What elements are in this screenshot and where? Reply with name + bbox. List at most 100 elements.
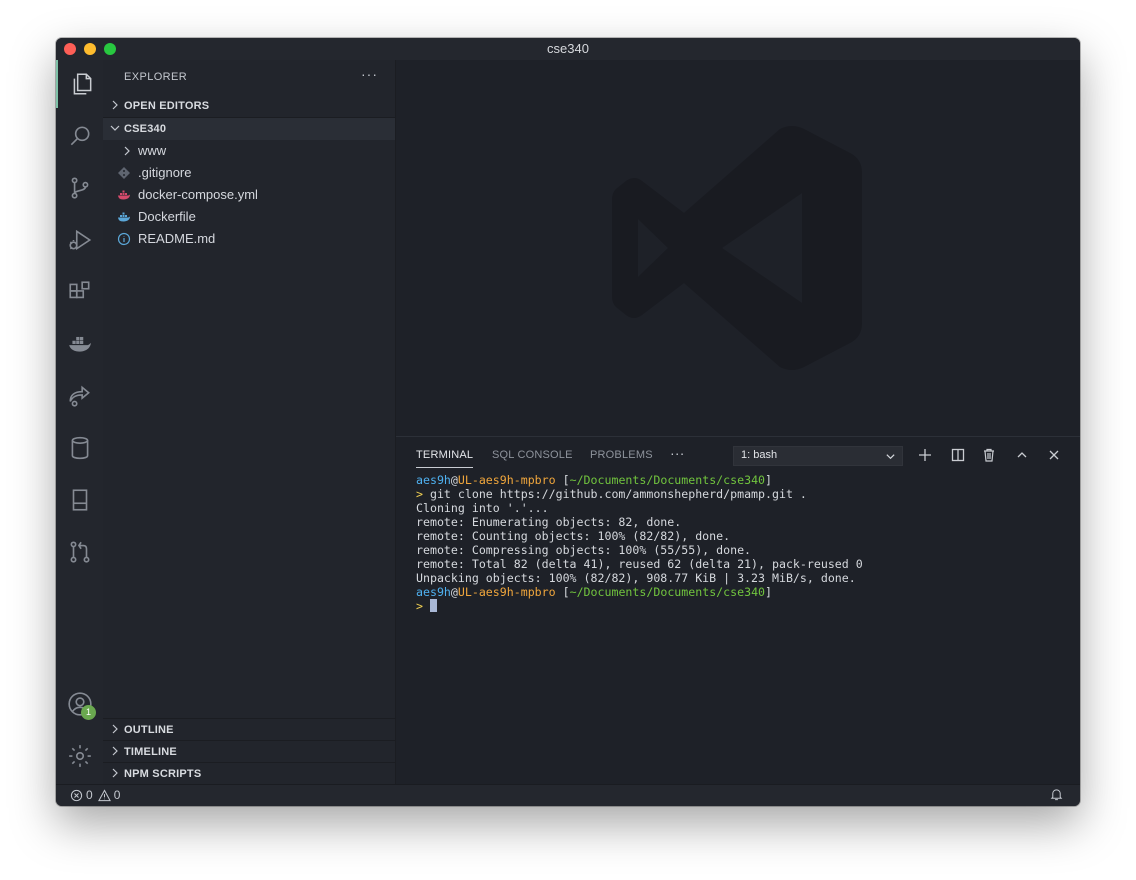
activity-source-control[interactable] bbox=[56, 164, 103, 212]
chevron-right-icon bbox=[124, 146, 130, 156]
kill-terminal-button[interactable] bbox=[980, 446, 998, 464]
plus-icon bbox=[919, 449, 931, 461]
close-panel-button[interactable] bbox=[1045, 446, 1063, 464]
gear-icon bbox=[68, 745, 91, 767]
outline-label: OUTLINE bbox=[124, 724, 174, 736]
tree-item-label: docker-compose.yml bbox=[138, 187, 258, 202]
command-text: git clone https://github.com/ammonshephe… bbox=[422, 487, 807, 501]
command-line: > git clone https://github.com/ammonshep… bbox=[416, 487, 1076, 501]
activity-docker[interactable] bbox=[56, 320, 103, 368]
activity-pull-requests[interactable] bbox=[56, 528, 103, 576]
database-icon bbox=[71, 436, 88, 460]
terminal-panel: TERMINAL SQL CONSOLE PROBLEMS ··· 1: bas… bbox=[396, 436, 1080, 785]
tree-item-www[interactable]: www bbox=[103, 140, 395, 162]
chevron-down-icon bbox=[886, 454, 895, 460]
chevron-right-icon bbox=[112, 746, 118, 756]
prompt-path: ~/Documents/Documents/cse340 bbox=[569, 585, 766, 599]
chevron-down-icon bbox=[110, 125, 120, 131]
prompt-host: UL-aes9h-mpbro bbox=[457, 585, 556, 599]
activity-run-debug[interactable] bbox=[56, 216, 103, 264]
close-icon bbox=[1049, 450, 1059, 460]
terminal-select[interactable]: 1: bash bbox=[733, 446, 903, 466]
prompt-symbol: > bbox=[416, 599, 423, 613]
maximize-panel-button[interactable] bbox=[1013, 446, 1031, 464]
vscode-window: cse340 1 EXPLORER ··· OPEN EDITORS CSE34… bbox=[56, 38, 1080, 806]
notebook-icon bbox=[72, 489, 87, 511]
activity-database[interactable] bbox=[56, 424, 103, 472]
tree-item-readme[interactable]: README.md bbox=[103, 228, 395, 250]
explorer-title: EXPLORER bbox=[124, 71, 188, 83]
output-line: remote: Total 82 (delta 41), reused 62 (… bbox=[416, 557, 863, 571]
terminal-select-value: 1: bash bbox=[741, 449, 778, 461]
tree-item-label: www bbox=[138, 143, 167, 158]
prompt-host: UL-aes9h-mpbro bbox=[457, 473, 556, 487]
trash-icon bbox=[984, 448, 994, 462]
input-line: > bbox=[416, 599, 1076, 613]
files-icon bbox=[73, 73, 91, 95]
activity-explorer[interactable] bbox=[56, 60, 105, 108]
notifications-button[interactable] bbox=[1050, 788, 1066, 801]
folder-section-cse340[interactable]: CSE340 bbox=[103, 118, 395, 140]
problems-status[interactable]: 0 0 bbox=[70, 788, 120, 802]
folder-label: CSE340 bbox=[124, 123, 167, 135]
chevron-right-icon bbox=[112, 768, 118, 778]
chevron-up-icon bbox=[1017, 452, 1027, 458]
vscode-watermark-logo bbox=[612, 126, 862, 370]
terminal-cursor bbox=[429, 599, 437, 612]
tree-item-docker-compose[interactable]: docker-compose.yml bbox=[103, 184, 395, 206]
prompt-path: ~/Documents/Documents/cse340 bbox=[569, 473, 766, 487]
accounts-badge: 1 bbox=[81, 705, 96, 720]
window-title: cse340 bbox=[547, 41, 589, 56]
chevron-right-icon bbox=[112, 100, 118, 110]
search-icon bbox=[70, 126, 89, 146]
extensions-icon bbox=[68, 281, 89, 299]
timeline-section[interactable]: TIMELINE bbox=[103, 740, 395, 763]
npm-scripts-section[interactable]: NPM SCRIPTS bbox=[103, 762, 395, 785]
tree-item-label: .gitignore bbox=[138, 165, 192, 180]
output-line: Cloning into '.'... bbox=[416, 501, 549, 515]
activity-extensions[interactable] bbox=[56, 268, 103, 316]
tab-sql-console[interactable]: SQL CONSOLE bbox=[492, 449, 573, 461]
info-icon bbox=[117, 232, 131, 246]
panel-more-button[interactable]: ··· bbox=[670, 445, 685, 461]
error-icon bbox=[70, 789, 83, 801]
activity-accounts[interactable]: 1 bbox=[56, 680, 103, 728]
split-icon bbox=[951, 448, 965, 462]
prompt-user: aes9h bbox=[416, 585, 451, 599]
title-bar: cse340 bbox=[56, 38, 1080, 61]
open-editors-section[interactable]: OPEN EDITORS bbox=[103, 95, 395, 118]
output-line: Unpacking objects: 100% (82/82), 908.77 … bbox=[416, 571, 856, 585]
tab-problems[interactable]: PROBLEMS bbox=[590, 449, 653, 461]
new-terminal-button[interactable] bbox=[916, 446, 934, 464]
activity-bar: 1 bbox=[56, 60, 104, 784]
docker-icon bbox=[68, 336, 91, 352]
activity-live-share[interactable] bbox=[56, 372, 103, 420]
bell-icon bbox=[1050, 789, 1063, 801]
tree-item-label: README.md bbox=[138, 231, 216, 246]
docker-file-icon bbox=[118, 212, 130, 222]
live-share-icon bbox=[68, 385, 90, 407]
status-bar: 0 0 bbox=[56, 784, 1080, 806]
split-terminal-button[interactable] bbox=[949, 446, 967, 464]
git-file-icon bbox=[118, 167, 130, 179]
terminal-output[interactable]: aes9h@UL-aes9h-mpbro [~/Documents/Docume… bbox=[416, 473, 1076, 613]
warning-icon bbox=[97, 788, 111, 801]
activity-notebook[interactable] bbox=[56, 476, 103, 524]
source-control-icon bbox=[71, 177, 88, 199]
activity-manage[interactable] bbox=[56, 732, 103, 780]
explorer-more-button[interactable]: ··· bbox=[361, 66, 378, 82]
tree-item-dockerfile[interactable]: Dockerfile bbox=[103, 206, 395, 228]
open-editors-label: OPEN EDITORS bbox=[124, 100, 210, 112]
activity-search[interactable] bbox=[56, 112, 103, 160]
timeline-label: TIMELINE bbox=[124, 746, 177, 758]
prompt-at: @ bbox=[450, 473, 458, 487]
prompt-at: @ bbox=[450, 585, 458, 599]
tree-item-gitignore[interactable]: .gitignore bbox=[103, 162, 395, 184]
docker-file-icon bbox=[118, 190, 130, 200]
tab-terminal[interactable]: TERMINAL bbox=[416, 449, 474, 468]
pull-request-icon bbox=[70, 541, 89, 563]
error-count: 0 bbox=[86, 788, 93, 802]
outline-section[interactable]: OUTLINE bbox=[103, 718, 395, 741]
prompt-line: aes9h@UL-aes9h-mpbro [~/Documents/Docume… bbox=[416, 585, 773, 599]
tree-item-label: Dockerfile bbox=[138, 209, 196, 224]
